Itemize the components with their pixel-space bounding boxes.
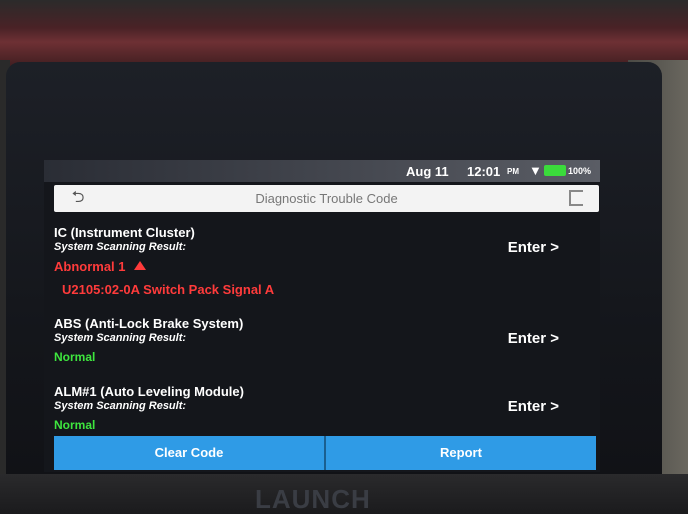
system-item-ic[interactable]: IC (Instrument Cluster) System Scanning … — [54, 225, 599, 297]
enter-button-abs[interactable]: Enter > — [508, 330, 559, 347]
bottom-action-bar: Clear Code Report — [54, 436, 596, 470]
status-abnormal: Abnormal 1 — [54, 259, 599, 274]
status-date: Aug 11 — [406, 164, 449, 179]
wifi-icon: ▼ — [529, 163, 542, 178]
battery-icon — [544, 165, 566, 176]
battery-percent: 100% — [568, 166, 592, 176]
enter-button-ic[interactable]: Enter > — [508, 239, 559, 256]
tablet-screen: Aug 11 12:01 PM ▼ 100% ⮌ Diagnostic Trou… — [44, 160, 600, 472]
status-time: 12:01 — [467, 164, 501, 179]
page-title: Diagnostic Trouble Code — [255, 191, 398, 206]
dtc-code: U2105:02-0A Switch Pack Signal A — [62, 282, 275, 297]
enter-button-alm[interactable]: Enter > — [508, 398, 559, 415]
device-top-edge — [0, 0, 688, 70]
report-button[interactable]: Report — [324, 436, 596, 470]
system-list: IC (Instrument Cluster) System Scanning … — [54, 222, 599, 440]
status-normal: Normal — [54, 350, 96, 364]
status-text: Abnormal 1 — [54, 259, 126, 274]
system-item-abs[interactable]: ABS (Anti-Lock Brake System) System Scan… — [54, 316, 599, 364]
clear-code-button[interactable]: Clear Code — [54, 436, 324, 470]
system-name: ALM#1 (Auto Leveling Module) — [54, 384, 244, 399]
brand-logo: LAUNCH — [255, 484, 371, 514]
system-name: IC (Instrument Cluster) — [54, 225, 195, 240]
title-bar: ⮌ Diagnostic Trouble Code — [54, 185, 599, 212]
system-name: ABS (Anti-Lock Brake System) — [54, 316, 244, 331]
exit-icon[interactable] — [569, 190, 583, 206]
warning-triangle-icon — [133, 261, 146, 270]
status-bar: Aug 11 12:01 PM ▼ 100% — [44, 160, 600, 182]
status-ampm: PM — [507, 167, 519, 176]
system-item-alm[interactable]: ALM#1 (Auto Leveling Module) System Scan… — [54, 384, 599, 432]
status-normal: Normal — [54, 418, 96, 432]
